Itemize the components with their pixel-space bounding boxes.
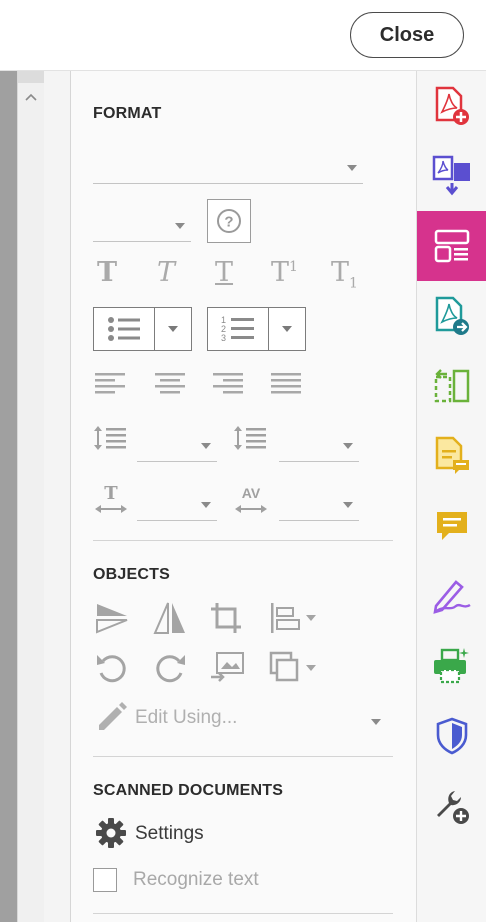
scroll-up-icon[interactable] — [24, 89, 38, 107]
replace-image-icon[interactable] — [209, 651, 245, 685]
fill-and-sign-tool[interactable] — [417, 561, 486, 631]
scanned-documents-section-title: SCANNED DOCUMENTS — [93, 782, 284, 799]
paragraph-spacing-icon — [233, 423, 267, 453]
organize-pages-tool[interactable] — [417, 351, 486, 421]
rotate-left-icon[interactable] — [95, 651, 129, 685]
bold-button[interactable]: T — [97, 257, 117, 288]
chevron-down-icon — [343, 443, 353, 449]
settings-link[interactable]: Settings — [135, 823, 204, 845]
more-tools[interactable] — [417, 771, 486, 841]
chevron-down-icon — [168, 326, 178, 332]
arrange-objects-icon[interactable] — [269, 651, 317, 685]
chevron-down-icon — [347, 165, 357, 171]
chevron-down-icon — [371, 719, 381, 725]
scrollbar-thumb[interactable] — [18, 71, 44, 83]
combine-files-tool[interactable] — [417, 141, 486, 211]
bulleted-list-options[interactable] — [155, 308, 191, 350]
crop-icon[interactable] — [209, 601, 243, 635]
numbered-list-control[interactable]: 1 2 3 — [207, 307, 306, 351]
svg-text:AV: AV — [242, 485, 261, 501]
chevron-down-icon — [282, 326, 292, 332]
section-divider — [93, 756, 393, 757]
font-size-dropdown[interactable] — [93, 205, 191, 242]
horizontal-scaling-icon: T — [93, 482, 129, 516]
comment-icon — [437, 512, 467, 540]
document-scrollbar[interactable] — [17, 71, 45, 922]
comment-tool[interactable] — [417, 491, 486, 561]
align-objects-icon[interactable] — [269, 601, 317, 635]
flip-horizontal-icon[interactable] — [153, 601, 187, 635]
numbered-list-options[interactable] — [269, 308, 305, 350]
recognize-text-checkbox[interactable] — [93, 868, 117, 892]
rotate-right-icon[interactable] — [153, 651, 187, 685]
justify-icon[interactable] — [271, 372, 301, 394]
create-pdf-tool[interactable] — [417, 71, 486, 141]
align-center-icon[interactable] — [155, 372, 185, 394]
numbered-list-button[interactable]: 1 2 3 — [208, 308, 269, 350]
format-section-title: FORMAT — [93, 105, 162, 122]
fill-and-sign-icon — [433, 580, 471, 614]
tools-rail — [416, 71, 486, 922]
help-button[interactable]: ? — [207, 199, 251, 243]
flip-vertical-icon[interactable] — [95, 601, 129, 635]
bulleted-list-button[interactable] — [94, 308, 155, 350]
comment-document-tool[interactable] — [417, 421, 486, 491]
section-divider — [93, 540, 393, 541]
print-production-icon — [434, 648, 469, 684]
svg-text:3: 3 — [221, 333, 226, 343]
close-button[interactable]: Close — [350, 12, 464, 58]
svg-text:T: T — [104, 483, 118, 504]
line-spacing-icon — [93, 423, 127, 453]
superscript-button[interactable]: T1 — [271, 257, 298, 288]
chevron-down-icon — [343, 502, 353, 508]
recognize-text-label: Recognize text — [133, 869, 259, 890]
chevron-down-icon — [201, 443, 211, 449]
align-right-icon[interactable] — [213, 372, 243, 394]
edit-pdf-panel: FORMAT ? T T T T1 T1 1 2 3 T AV OBJECTS … — [71, 71, 416, 922]
section-divider — [93, 913, 393, 914]
organize-pages-icon — [434, 369, 470, 403]
font-family-dropdown[interactable] — [93, 147, 363, 184]
edit-pdf-icon — [434, 229, 470, 263]
print-production-tool[interactable] — [417, 631, 486, 701]
protect-tool[interactable] — [417, 701, 486, 771]
comment-document-icon — [435, 436, 469, 474]
edit-pdf-tool[interactable] — [417, 211, 486, 281]
chevron-down-icon — [175, 223, 185, 229]
create-pdf-icon — [435, 86, 469, 125]
combine-files-icon — [432, 155, 470, 196]
question-icon: ? — [217, 209, 241, 233]
gear-icon[interactable] — [95, 817, 127, 849]
subscript-button[interactable]: T1 — [331, 257, 358, 291]
edit-using-dropdown[interactable] — [93, 701, 387, 737]
align-left-icon[interactable] — [95, 372, 125, 394]
top-bar: Close — [0, 0, 486, 71]
character-spacing-dropdown[interactable] — [279, 484, 359, 521]
bulleted-list-icon — [108, 317, 140, 341]
svg-text:?: ? — [224, 214, 233, 231]
shield-icon — [436, 717, 468, 755]
underline-button[interactable]: T — [215, 257, 233, 288]
document-gutter — [44, 71, 71, 922]
paragraph-spacing-dropdown[interactable] — [279, 425, 359, 462]
character-spacing-icon: AV — [233, 482, 269, 516]
italic-button[interactable]: T — [157, 257, 175, 288]
numbered-list-icon: 1 2 3 — [221, 315, 254, 343]
chevron-down-icon — [201, 502, 211, 508]
objects-section-title: OBJECTS — [93, 566, 170, 583]
export-pdf-icon — [435, 296, 469, 335]
line-spacing-dropdown[interactable] — [137, 425, 217, 462]
export-pdf-tool[interactable] — [417, 281, 486, 351]
wrench-add-icon — [437, 791, 469, 824]
document-page-edge — [0, 71, 17, 922]
horizontal-scaling-dropdown[interactable] — [137, 484, 217, 521]
bulleted-list-control[interactable] — [93, 307, 192, 351]
